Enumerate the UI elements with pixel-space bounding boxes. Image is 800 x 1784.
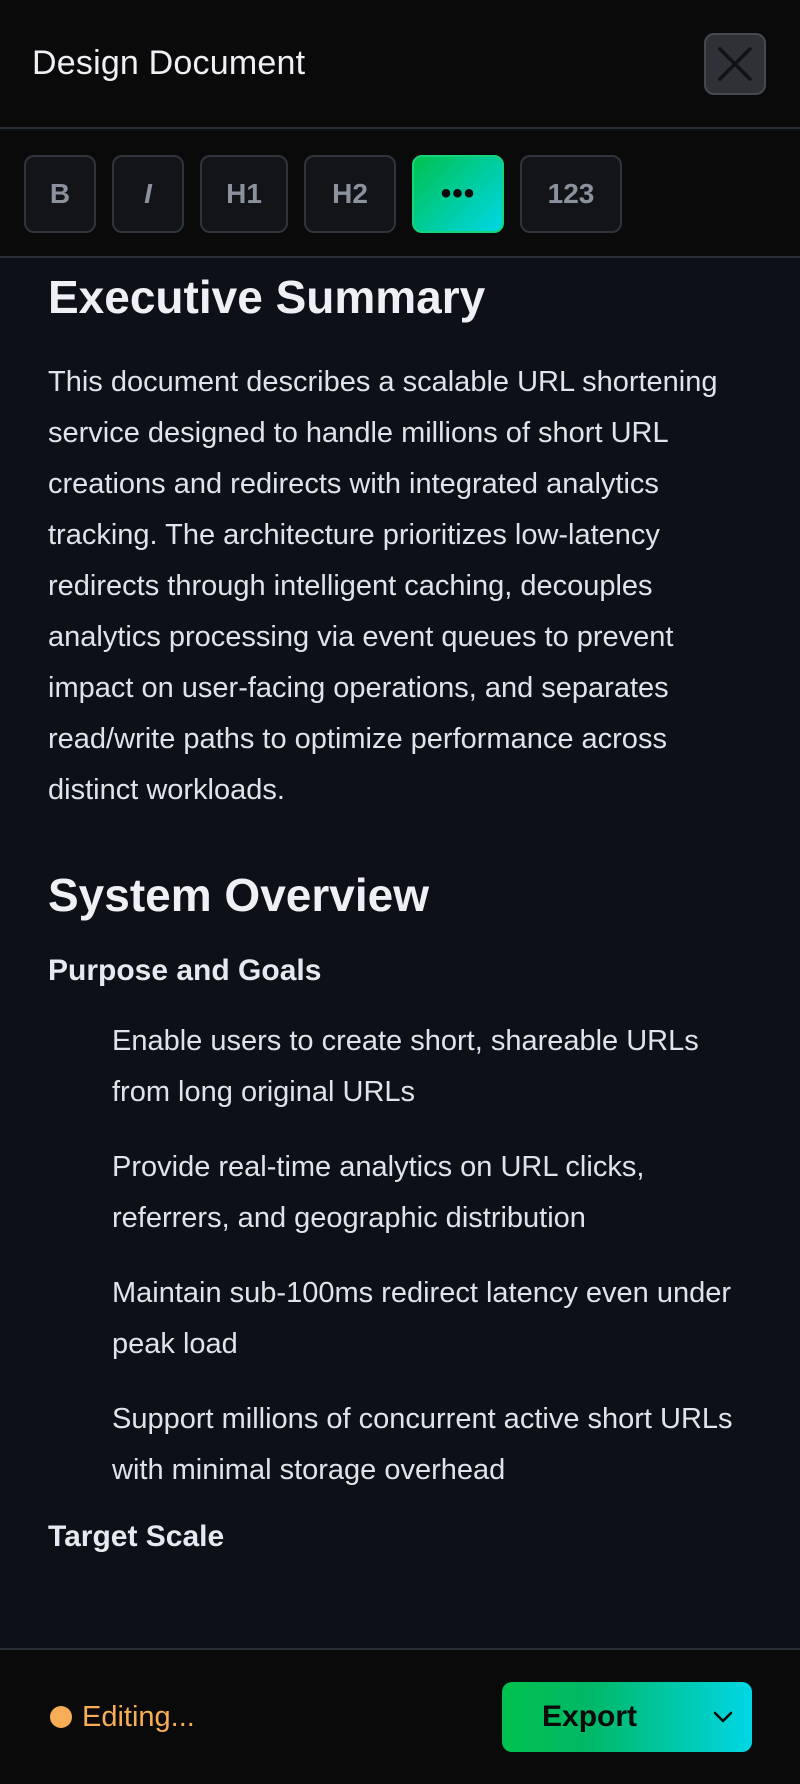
more-options-button[interactable]: ••• bbox=[412, 154, 504, 233]
document-title: Design Document bbox=[32, 44, 306, 82]
status-dot-icon bbox=[50, 1706, 72, 1728]
header-bar: Design Document bbox=[0, 0, 800, 129]
list-item: Provide real-time analytics on URL click… bbox=[112, 1151, 645, 1235]
editing-status: Editing... bbox=[50, 1701, 195, 1734]
system-overview-heading: System Overview bbox=[48, 868, 430, 921]
italic-button[interactable]: I bbox=[112, 154, 184, 233]
list-item: Support millions of concurrent active sh… bbox=[112, 1403, 733, 1487]
list-item: Enable users to create short, shareable … bbox=[112, 1025, 699, 1109]
executive-summary-paragraph: This document describes a scalable URL s… bbox=[48, 365, 718, 806]
close-button[interactable] bbox=[704, 32, 766, 95]
export-label: Export bbox=[542, 1700, 638, 1733]
heading2-button[interactable]: H2 bbox=[304, 154, 396, 233]
export-button[interactable]: Export bbox=[502, 1682, 752, 1752]
target-scale-heading: Target Scale bbox=[48, 1520, 225, 1554]
chevron-down-icon[interactable] bbox=[712, 1710, 734, 1724]
document-content[interactable]: Executive Summary This document describe… bbox=[0, 260, 800, 1648]
app-window: Design Document B I H1 H2 ••• 123 Execut… bbox=[0, 0, 800, 1784]
formatting-toolbar: B I H1 H2 ••• 123 bbox=[0, 131, 800, 258]
numbered-list-button[interactable]: 123 bbox=[520, 154, 622, 233]
executive-summary-heading: Executive Summary bbox=[48, 271, 486, 323]
bold-button[interactable]: B bbox=[24, 154, 96, 233]
goals-list: Enable users to create short, shareable … bbox=[48, 1016, 752, 1496]
purpose-goals-heading: Purpose and Goals bbox=[48, 954, 322, 988]
footer-bar: Editing... Export bbox=[0, 1648, 800, 1784]
list-item: Maintain sub-100ms redirect latency even… bbox=[112, 1277, 731, 1361]
heading1-button[interactable]: H1 bbox=[200, 154, 288, 233]
status-text: Editing... bbox=[82, 1700, 195, 1733]
close-icon bbox=[718, 46, 752, 81]
